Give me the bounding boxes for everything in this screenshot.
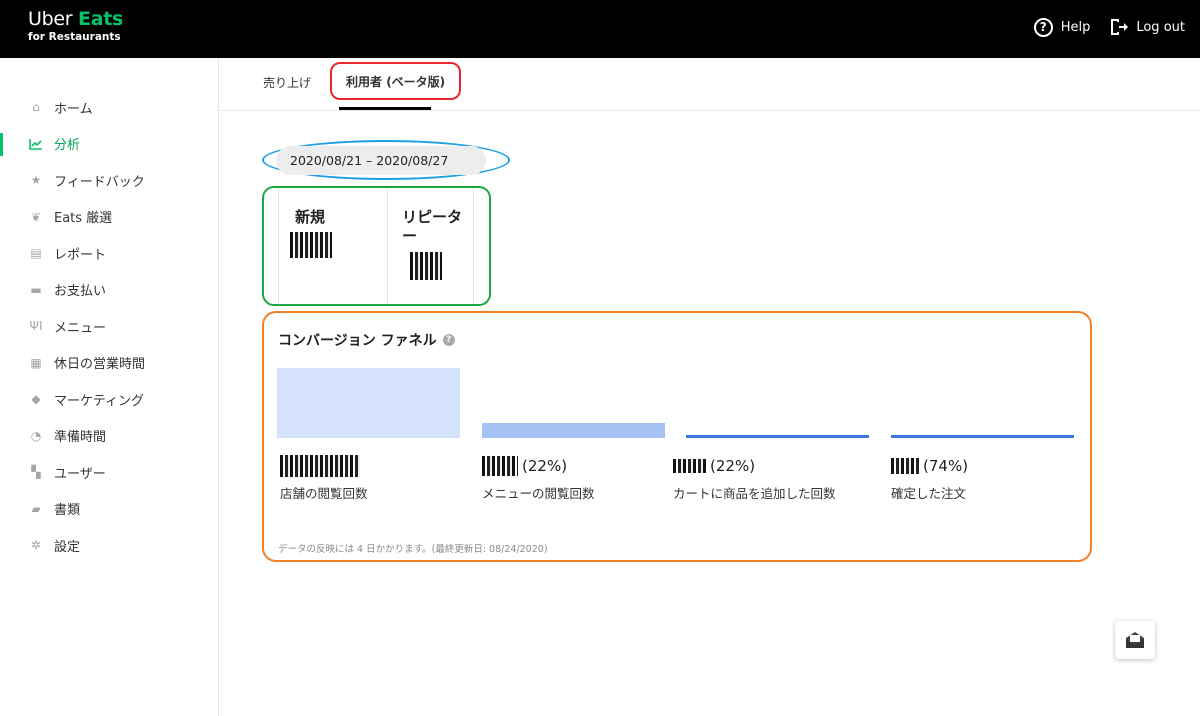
funnel-step-menu-views: (22%) メニューの閲覧回数 — [482, 454, 595, 502]
sidebar-item-2[interactable]: ★ フィードバック — [0, 162, 218, 199]
calendar-icon: ▦ — [30, 355, 42, 370]
logout-button[interactable]: Log out — [1108, 17, 1185, 37]
sidebar-item-label: ユーザー — [54, 466, 106, 482]
sidebar-item-label: Eats 厳選 — [54, 211, 113, 227]
sidebar-item-12[interactable]: ✲ 設定 — [0, 527, 218, 564]
logo-subtitle: for Restaurants — [28, 31, 121, 43]
star-icon: ★ — [30, 173, 42, 188]
stat-card-repeat: リピーター — [388, 188, 474, 304]
sidebar: ⌂ ホーム分析 ★ フィードバック ❦ Eats 厳選 ▤ レポート ▬ お支払い ΨΙ メニュー ▦ 休… — [0, 58, 219, 716]
funnel-step-label: メニューの閲覧回数 — [482, 486, 595, 501]
sidebar-item-3[interactable]: ❦ Eats 厳選 — [0, 199, 218, 236]
sidebar-item-9[interactable]: ◔ 準備時間 — [0, 418, 218, 455]
stat-label-repeat: リピーター — [402, 208, 463, 245]
envelope-icon — [1126, 632, 1144, 648]
funnel-bar — [482, 423, 665, 438]
sidebar-item-4[interactable]: ▤ レポート — [0, 235, 218, 272]
award-icon: ❦ — [30, 209, 42, 224]
users-icon: ▚ — [31, 465, 41, 480]
logout-label: Log out — [1136, 19, 1185, 35]
sidebar-item-6[interactable]: ΨΙ メニュー — [0, 308, 218, 345]
sidebar-item-label: 休日の営業時間 — [54, 357, 146, 373]
timer-icon: ◔ — [30, 428, 42, 443]
sidebar-item-8[interactable]: ◆ マーケティング — [0, 381, 218, 418]
tabs-divider — [219, 110, 1200, 111]
funnel-step-label: 店舗の閲覧回数 — [280, 486, 368, 501]
sidebar-item-label: 書類 — [54, 503, 81, 519]
sidebar-item-label: マーケティング — [54, 393, 144, 409]
report-icon: ▤ — [30, 246, 42, 261]
redacted-value — [891, 458, 919, 474]
funnel-pct: (22%) — [522, 457, 568, 475]
sidebar-item-label: 準備時間 — [54, 430, 107, 446]
data-update-note: データの反映には 4 日かかります。(最終更新日: 08/24/2020) — [278, 544, 548, 555]
redacted-value — [410, 252, 442, 280]
help-button[interactable]: ? Help — [1033, 17, 1091, 37]
sidebar-item-11[interactable]: ▰ 書類 — [0, 491, 218, 528]
funnel-step-store-views: 店舗の閲覧回数 — [280, 454, 368, 502]
redacted-value — [290, 232, 332, 258]
redacted-value — [673, 459, 706, 473]
tab-customers-beta[interactable]: 利用者 (ベータ版) — [330, 62, 462, 100]
cutlery-icon: ΨΙ — [29, 319, 43, 334]
folder-icon: ▰ — [31, 501, 41, 516]
sidebar-item-7[interactable]: ▦ 休日の営業時間 — [0, 345, 218, 382]
help-icon[interactable]: ? — [442, 334, 455, 346]
sidebar-item-label: お支払い — [54, 284, 107, 300]
stat-card-new: 新規 — [278, 188, 388, 304]
gear-icon: ✲ — [30, 538, 42, 553]
funnel-title: コンバージョン ファネル ? — [278, 330, 455, 350]
stat-label-new: 新規 — [295, 208, 326, 226]
funnel-step-label: カートに商品を追加した回数 — [673, 486, 836, 501]
funnel-step-label: 確定した注文 — [891, 486, 967, 501]
sidebar-item-0[interactable]: ⌂ ホーム — [0, 89, 218, 126]
logout-icon — [1111, 19, 1129, 35]
help-icon: ? — [1033, 17, 1053, 37]
messages-button[interactable] — [1115, 621, 1155, 659]
tab-sales[interactable]: 売り上げ — [248, 62, 326, 102]
top-header: Uber Eats for Restaurants ? Help Log out — [0, 0, 1200, 58]
sidebar-item-label: フィードバック — [54, 174, 145, 190]
sidebar-item-label: ホーム — [54, 101, 93, 117]
sidebar-item-label: 分析 — [54, 138, 81, 154]
conversion-funnel-highlight: コンバージョン ファネル ? 店舗の閲覧回数 (22%) メニューの閲覧回数 (… — [262, 311, 1092, 562]
home-icon: ⌂ — [32, 100, 40, 115]
card-icon: ▬ — [30, 282, 42, 297]
chart-icon — [29, 137, 43, 151]
sidebar-item-5[interactable]: ▬ お支払い — [0, 272, 218, 309]
funnel-step-orders: (74%) 確定した注文 — [891, 454, 968, 502]
logo-eats: Eats — [78, 8, 124, 30]
sidebar-item-label: メニュー — [54, 320, 107, 336]
funnel-title-text: コンバージョン ファネル — [278, 333, 437, 349]
redacted-value — [482, 456, 518, 476]
redacted-value — [280, 455, 360, 477]
logo-uber: Uber — [28, 8, 79, 30]
funnel-bar — [891, 435, 1074, 438]
date-range-picker[interactable]: 2020/08/21 – 2020/08/27 — [276, 145, 486, 175]
help-label: Help — [1060, 19, 1091, 35]
sidebar-item-1[interactable]: 分析 — [0, 126, 218, 163]
funnel-step-add-to-cart: (22%) カートに商品を追加した回数 — [673, 454, 836, 502]
funnel-pct: (22%) — [710, 457, 756, 475]
uber-eats-logo[interactable]: Uber Eats for Restaurants — [28, 10, 123, 43]
tab-bar: 売り上げ 利用者 (ベータ版) — [248, 62, 462, 102]
sidebar-item-label: 設定 — [54, 539, 81, 555]
funnel-bar — [686, 435, 869, 438]
funnel-bar — [277, 368, 460, 438]
sidebar-item-10[interactable]: ▚ ユーザー — [0, 454, 218, 491]
sidebar-item-label: レポート — [54, 247, 107, 263]
date-range-highlight: 2020/08/21 – 2020/08/27 — [262, 140, 510, 180]
customer-stats-highlight: 新規 リピーター — [262, 186, 491, 306]
tag-icon: ◆ — [31, 392, 41, 407]
funnel-pct: (74%) — [923, 457, 969, 475]
